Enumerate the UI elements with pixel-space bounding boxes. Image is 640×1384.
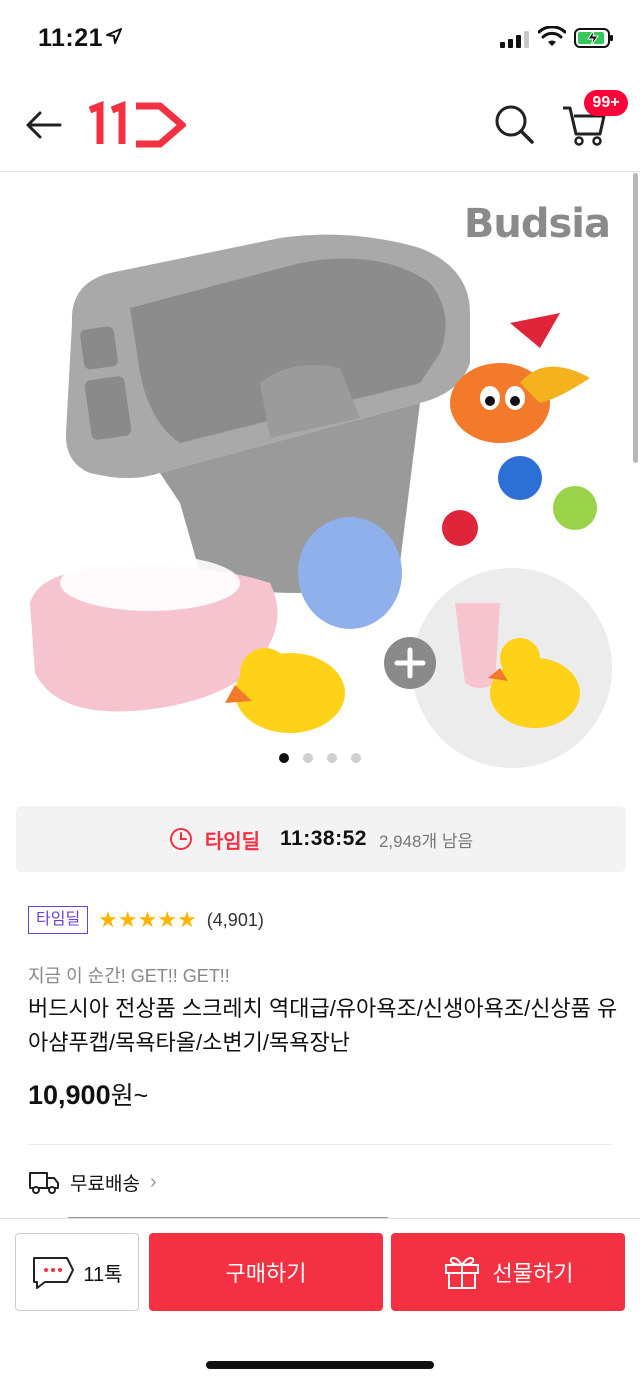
buy-button[interactable]: 구매하기 — [149, 1233, 383, 1311]
location-arrow-icon — [106, 28, 122, 44]
cart-count-badge: 99+ — [584, 90, 628, 116]
status-time: 11:21 — [38, 24, 104, 52]
carousel-dot-4[interactable] — [351, 753, 361, 763]
carousel-dot-3[interactable] — [327, 753, 337, 763]
time-deal-banner: 타임딜 11:38:52 2,948개 남음 — [16, 806, 626, 872]
clock-icon — [169, 828, 192, 850]
review-count[interactable]: (4,901) — [207, 910, 264, 931]
bathtub-illustration — [65, 234, 470, 593]
talk-button[interactable]: 11톡 — [15, 1233, 139, 1311]
chat-bubble-icon — [33, 1257, 75, 1289]
home-indicator[interactable] — [206, 1361, 434, 1369]
shipping-label: 무료배송 — [70, 1173, 140, 1195]
price-value: 10,900 — [28, 1080, 111, 1110]
product-title: 버드시아 전상품 스크레치 역대급/유아욕조/신생아욕조/신상품 유아샴푸캡/목… — [28, 996, 618, 1055]
price-unit: 원~ — [110, 1082, 149, 1110]
truck-icon — [29, 1172, 59, 1194]
11st-logo[interactable] — [86, 100, 186, 148]
deal-tag: 타임딜 — [28, 906, 89, 934]
gift-button[interactable]: 선물하기 — [391, 1233, 625, 1311]
battery-charging-icon — [574, 28, 613, 48]
product-image-carousel[interactable]: Budsia — [0, 173, 640, 783]
top-nav-bar: 99+ — [0, 80, 640, 172]
status-bar: 11:21 — [0, 0, 640, 80]
carousel-pagination — [0, 753, 640, 763]
wifi-icon — [538, 26, 566, 46]
star-rating[interactable]: ★★★★★ — [98, 907, 197, 933]
time-deal-countdown: 11:38:52 — [280, 827, 367, 850]
product-photo — [30, 234, 612, 768]
scroll-indicator[interactable] — [633, 173, 638, 463]
product-price: 10,900원~ — [28, 1076, 148, 1112]
gift-icon — [444, 1256, 479, 1289]
search-icon[interactable] — [492, 102, 536, 146]
back-arrow-icon[interactable] — [22, 104, 64, 146]
bottom-action-bar: 11톡 구매하기 선물하기 — [0, 1218, 640, 1384]
rating-row: 타임딜 ★★★★★ (4,901) — [28, 906, 264, 934]
promo-text: 지금 이 순간! GET!! GET!! — [28, 966, 230, 986]
carousel-dot-1[interactable] — [279, 753, 289, 763]
gift-label: 선물하기 — [492, 1261, 574, 1286]
carousel-dot-2[interactable] — [303, 753, 313, 763]
talk-label: 11톡 — [83, 1263, 123, 1286]
cellular-signal-icon — [500, 30, 529, 48]
stock-remaining: 2,948개 남음 — [378, 831, 474, 851]
brand-logo-text: Budsia — [463, 201, 611, 247]
divider — [28, 1144, 612, 1145]
chevron-right-icon: › — [149, 1170, 157, 1193]
time-deal-label: 타임딜 — [204, 830, 261, 853]
shipping-info-row[interactable]: 무료배송 › — [28, 1168, 157, 1196]
